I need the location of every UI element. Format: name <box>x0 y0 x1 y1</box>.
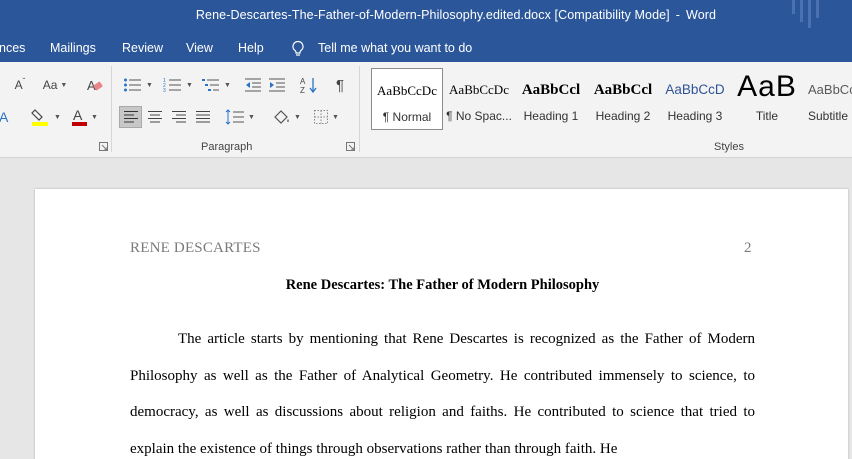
paint-bucket-icon <box>274 110 289 124</box>
align-right-icon <box>172 111 186 123</box>
group-divider <box>359 66 360 152</box>
line-spacing-button[interactable]: ▼ <box>222 106 258 128</box>
style-name: Title <box>755 109 779 123</box>
highlighter-icon <box>31 109 49 126</box>
ribbon-home: Aˇ Aa ▼ A A ▼ A ▼ ▼ 1 2 3 ▼ ▼ A Z ¶ ▼ ▼ … <box>0 62 852 158</box>
style-preview: AaBbCcl <box>521 82 581 98</box>
font-dialog-launcher-icon[interactable] <box>99 142 109 152</box>
style-normal[interactable]: AaBbCcDc ¶ Normal <box>371 68 443 130</box>
document-page[interactable]: RENE DESCARTES 2 Rene Descartes: The Fat… <box>35 189 848 459</box>
tab-view[interactable]: View <box>186 41 213 55</box>
tab-mailings[interactable]: Mailings <box>50 41 96 55</box>
svg-text:3: 3 <box>163 88 166 93</box>
style-heading-2[interactable]: AaBbCcl Heading 2 <box>587 68 659 130</box>
style-preview: AaBbCcD <box>665 82 725 97</box>
font-color-icon: A <box>72 107 88 126</box>
tab-review[interactable]: Review <box>122 41 163 55</box>
app-name: Word <box>686 8 717 22</box>
sort-icon: A Z <box>300 77 317 94</box>
align-right-button[interactable] <box>168 106 190 128</box>
clear-formatting-icon: A <box>87 78 103 93</box>
align-left-icon <box>123 111 138 123</box>
font-color-button[interactable]: A ▼ <box>66 106 102 128</box>
body-paragraph: The article starts by mentioning that Re… <box>130 331 755 457</box>
style-preview: AaBbCc <box>808 82 852 97</box>
style-name: Subtitle <box>808 109 849 123</box>
tell-me-search[interactable]: Tell me what you want to do <box>318 41 472 55</box>
borders-button[interactable]: ▼ <box>308 106 344 128</box>
lightbulb-icon[interactable] <box>290 40 306 58</box>
change-case-label: Aa <box>42 78 58 92</box>
multilevel-list-icon <box>202 79 220 91</box>
style-subtitle[interactable]: AaBbCc Subtitle <box>803 68 852 130</box>
style-preview: AaB <box>737 70 797 103</box>
style-name: ¶ No Spac... <box>446 109 512 123</box>
text-effects-button[interactable]: A <box>0 106 16 128</box>
svg-text:A: A <box>300 77 306 86</box>
style-heading-3[interactable]: AaBbCcD Heading 3 <box>659 68 731 130</box>
svg-text:Z: Z <box>300 86 305 94</box>
clear-formatting-button[interactable]: A <box>84 74 106 96</box>
paragraph-group-label: Paragraph <box>201 141 253 153</box>
group-divider <box>111 66 112 152</box>
title-bar: Rene-Descartes-The-Father-of-Modern-Phil… <box>0 0 852 32</box>
justify-icon <box>196 111 210 123</box>
style-preview: AaBbCcl <box>593 82 653 98</box>
styles-gallery: AaBbCcDc ¶ Normal AaBbCcDc ¶ No Spac... … <box>369 68 852 136</box>
document-canvas[interactable]: RENE DESCARTES 2 Rene Descartes: The Fat… <box>0 158 852 459</box>
align-left-button[interactable] <box>119 106 142 128</box>
svg-text:A: A <box>73 107 83 123</box>
multilevel-list-button[interactable]: ▼ <box>198 74 234 96</box>
tab-references[interactable]: nces <box>0 41 25 55</box>
show-formatting-marks-button[interactable]: ¶ <box>330 74 350 96</box>
compatibility-mode-label: [Compatibility Mode] <box>554 8 670 22</box>
title-separator: - <box>675 8 681 22</box>
shrink-font-button[interactable]: Aˇ <box>10 74 30 96</box>
decrease-indent-icon <box>245 78 261 92</box>
style-name: Heading 1 <box>523 109 579 123</box>
style-name: ¶ Normal <box>382 110 432 124</box>
sort-button[interactable]: A Z <box>298 74 320 96</box>
shrink-font-label: A <box>14 78 23 92</box>
increase-indent-button[interactable] <box>266 74 288 96</box>
title-bar-decoration <box>792 0 840 28</box>
document-title: Rene Descartes: The Father of Modern Phi… <box>285 277 600 293</box>
numbered-list-icon: 1 2 3 <box>163 78 182 93</box>
style-preview: AaBbCcDc <box>449 82 509 97</box>
align-center-button[interactable] <box>144 106 166 128</box>
align-center-icon <box>148 111 162 123</box>
change-case-button[interactable]: Aa ▼ <box>38 74 72 96</box>
window-title: Rene-Descartes-The-Father-of-Modern-Phil… <box>0 8 852 22</box>
document-filename: Rene-Descartes-The-Father-of-Modern-Phil… <box>195 8 551 22</box>
running-header: RENE DESCARTES <box>130 240 261 256</box>
bullets-button[interactable]: ▼ <box>120 74 156 96</box>
shading-button[interactable]: ▼ <box>268 106 304 128</box>
numbering-button[interactable]: 1 2 3 ▼ <box>160 74 196 96</box>
decrease-indent-button[interactable] <box>242 74 264 96</box>
styles-group-label: Styles <box>714 141 744 153</box>
style-no-spacing[interactable]: AaBbCcDc ¶ No Spac... <box>443 68 515 130</box>
style-title[interactable]: AaB Title <box>731 68 803 130</box>
tab-help[interactable]: Help <box>238 41 264 55</box>
page-number: 2 <box>744 240 752 256</box>
borders-icon <box>314 110 329 124</box>
paragraph-dialog-launcher-icon[interactable] <box>346 142 356 152</box>
style-name: Heading 3 <box>667 109 723 123</box>
style-name: Heading 2 <box>595 109 651 123</box>
text-effects-icon: A <box>0 109 9 125</box>
justify-button[interactable] <box>192 106 214 128</box>
style-preview: AaBbCcDc <box>377 83 437 98</box>
style-heading-1[interactable]: AaBbCcl Heading 1 <box>515 68 587 130</box>
increase-indent-icon <box>269 78 285 92</box>
line-spacing-icon <box>225 109 245 125</box>
highlight-color-button[interactable]: ▼ <box>26 106 64 128</box>
svg-text:A: A <box>0 109 9 125</box>
ribbon-tabs: nces Mailings Review View Help Tell me w… <box>0 32 852 62</box>
bullet-list-icon <box>124 78 142 92</box>
